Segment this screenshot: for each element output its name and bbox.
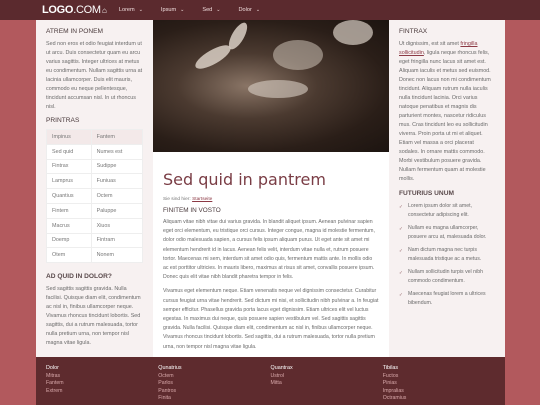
page-title: Sed quid in pantrem [163,170,326,189]
footer-link[interactable]: Fuctos [383,373,495,380]
table-cell: Octem [90,188,144,204]
sidebar-text: Sed sagittis sagittis gravida. Nulla fac… [46,286,141,347]
sidebar-text: Sed non eros et odio feugiat interdum ut… [46,41,143,110]
paragraph: Vivamus eget elementum neque. Etiam vene… [163,288,379,350]
footer-title: Dolor [46,365,59,371]
nav-label: Ipsum [160,7,177,13]
table-cell: Funiuas [90,173,144,190]
text: , ligula neque rhoncus felis, eget fring… [399,50,491,182]
chevron-down-icon: ⌄ [138,7,143,13]
logo-bold: LOGO [42,4,74,16]
table-cell: Fintem [46,202,92,219]
table-row: Lamprus Funiuas [46,173,144,190]
top-navbar: LOGO.COM ⌂ Lorem ⌄ Ipsum ⌄ Sed ⌄ Dolor ⌄ [0,0,540,20]
nav-item-dolor[interactable]: Dolor ⌄ [239,7,261,13]
footer-link[interactable]: Fantem [46,380,158,387]
table-cell: Xiuos [90,217,144,234]
footer-link[interactable]: Extrem [46,388,158,395]
list-item: Lorem ipsum dolor sit amet, consectetur … [399,202,495,220]
table-row: Fintrax Sudippe [46,158,144,175]
nav-label: Dolor [238,7,252,13]
table-cell: Lamprus [46,173,92,190]
check-list: Lorem ipsum dolor sit amet, consectetur … [399,202,495,308]
nav-item-sed[interactable]: Sed ⌄ [202,7,220,13]
sidebar-heading: FINTRAX [399,28,428,35]
table-cell: Quantius [46,188,92,204]
sidebar-heading: ATREM IN PONEM [46,28,104,35]
footer-link[interactable]: Finita [158,395,270,402]
table-row: Sed quid Numes est [46,143,144,160]
breadcrumb-link[interactable]: Startseite [192,197,212,202]
sidebar-heading: PRINTRAS [46,117,80,124]
table-row: Macrus Xiuos [46,217,144,234]
table-row: Fintem Paluppe [46,202,144,219]
footer-link[interactable]: Pantros [158,388,270,395]
data-table: Impinus Fantem Sed quid Numes est Fintrax S… [46,129,144,264]
footer-link[interactable]: Mitta [271,380,383,387]
section-heading: FINITEM IN VOSTO [163,207,221,214]
chevron-down-icon: ⌄ [255,7,261,13]
table-header-cell: Fantem [90,129,144,145]
breadcrumb-label: Sie sind hier: [163,197,191,202]
text: Ut dignissim, est sit amet [399,41,461,47]
footer-column: Tibilas Fuctos Pinias Impralias Octramiu… [383,365,495,405]
footer-link[interactable]: Parlos [158,380,270,387]
footer: Dolor Mitras Fantem Extrem Qunatrius Oct… [36,357,505,405]
footer-title: Quantrax [270,365,293,371]
nav-item-ipsum[interactable]: Ipsum ⌄ [161,7,184,13]
left-sidebar: ATREM IN PONEM Sed non eros et odio feug… [36,20,153,357]
footer-link[interactable]: Mitras [46,373,158,380]
footer-title: Qunatrius [158,365,182,371]
sidebar-heading: FUTURIUS UNUM [399,190,454,197]
main-content: Sed quid in pantrem Sie sind hier: Start… [153,20,389,357]
list-item: Nullam eu magna ullamcorper, posuere arc… [399,224,495,242]
table-cell: Fintrax [46,158,92,175]
table-header-cell: Impinus [46,129,92,145]
footer-link[interactable]: Ustrol [271,373,383,380]
table-cell: Otem [46,247,92,264]
table-row: Doemp Fintram [46,232,144,249]
list-item: Nam dictum magna nec turpis malesuada tr… [399,246,495,264]
nav-label: Sed [202,7,213,13]
footer-link[interactable]: Pinias [383,380,495,387]
home-icon[interactable]: ⌂ [102,6,107,15]
table-cell: Paluppe [90,202,144,219]
list-item: Nullam sollicitudin turpis vel nibh comm… [399,268,495,286]
footer-link[interactable]: Octem [158,373,270,380]
table-cell: Numes est [90,143,144,160]
logo[interactable]: LOGO.COM [42,4,101,16]
right-sidebar: FINTRAX Ut dignissim, est sit amet fring… [389,20,505,357]
footer-link[interactable]: Impralias [383,388,495,395]
sidebar-heading: AD QUID IN DOLOR? [46,273,112,281]
logo-light: .COM [73,4,101,16]
main-nav: ⌂ Lorem ⌄ Ipsum ⌄ Sed ⌄ Dolor ⌄ [102,0,278,20]
table-row: Otem Nonem [46,247,144,264]
table-cell: Doemp [46,232,92,249]
nav-label: Lorem [118,7,135,13]
table-cell: Fintram [90,232,144,249]
hero-image [153,20,389,152]
footer-link[interactable]: Octramius [383,395,495,402]
table-row: Quantius Octem [46,188,144,204]
table-cell: Sudippe [90,158,144,175]
table-cell: Sed quid [46,143,92,160]
footer-column: Dolor Mitras Fantem Extrem [46,365,158,405]
paragraph: Aliquam vitae nibh vitae dui varius grav… [163,219,375,281]
footer-column: Qunatrius Octem Parlos Pantros Finita [158,365,270,405]
table-header-row: Impinus Fantem [46,129,144,145]
chevron-down-icon: ⌄ [216,7,221,13]
table-cell: Nonem [90,247,144,264]
footer-title: Tibilas [382,365,399,371]
chevron-down-icon: ⌄ [180,7,185,13]
nav-item-lorem[interactable]: Lorem ⌄ [119,7,143,13]
breadcrumb: Sie sind hier: Startseite [163,197,379,202]
footer-column: Quantrax Ustrol Mitta [271,365,383,405]
list-item: Maecenas feugiat lorem a ultrices bibend… [399,290,495,308]
sidebar-text: Ut dignissim, est sit amet fringilla sol… [399,40,495,184]
table-cell: Macrus [46,217,92,234]
